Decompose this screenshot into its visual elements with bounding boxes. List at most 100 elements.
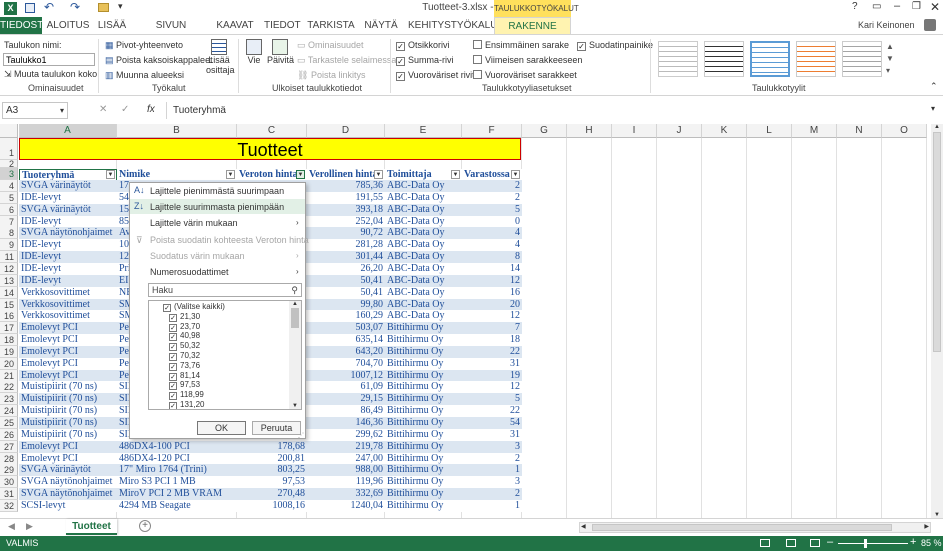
expand-formula-icon[interactable]: ▾ xyxy=(931,104,935,113)
table-cell[interactable]: 8 xyxy=(462,251,522,264)
table-cell[interactable]: SVGA näytönohjaimet xyxy=(19,476,117,489)
table-cell[interactable]: 2 xyxy=(462,180,522,192)
column-header-c[interactable]: C xyxy=(237,124,307,138)
table-cell[interactable]: 270,48 xyxy=(237,488,307,501)
row-header[interactable]: 6 xyxy=(0,203,18,216)
tab-view[interactable]: NÄYTÄ xyxy=(362,17,400,34)
table-cell[interactable]: IDE-levyt xyxy=(19,274,117,287)
table-cell[interactable]: 29,15 xyxy=(307,393,385,406)
sort-asc-item[interactable]: Lajittele pienimmästä suurimpaan xyxy=(150,186,284,196)
filter-value-item[interactable]: ✓ 97,53 xyxy=(169,380,200,391)
table-cell[interactable]: Emolevyt PCI xyxy=(19,322,117,335)
formula-input[interactable]: Tuoteryhmä xyxy=(166,102,930,119)
tab-page-layout[interactable]: SIVUN ASETTELU xyxy=(134,17,208,48)
table-cell[interactable]: 1 xyxy=(462,499,522,512)
scroll-thumb[interactable] xyxy=(592,524,892,531)
tab-insert[interactable]: LISÄÄ xyxy=(95,17,129,34)
enter-icon[interactable]: ✓ xyxy=(121,104,129,115)
table-cell[interactable]: Bittihirmu Oy xyxy=(385,499,462,512)
table-cell[interactable]: Bittihirmu Oy xyxy=(385,393,462,406)
help-icon[interactable]: ? xyxy=(852,1,858,12)
table-cell[interactable]: 7 xyxy=(462,322,522,335)
filter-value-item[interactable]: ✓ 23,70 xyxy=(169,322,200,332)
table-cell[interactable]: Bittihirmu Oy xyxy=(385,417,462,429)
filter-search-input[interactable]: Haku ⚲ xyxy=(148,283,302,297)
convert-to-range-button[interactable]: ▥ Muunna alueeksi xyxy=(105,69,184,81)
column-header-i[interactable]: I xyxy=(612,124,657,138)
collapse-ribbon-icon[interactable]: ⌃ xyxy=(930,81,938,92)
cancel-icon[interactable]: ✕ xyxy=(99,104,107,115)
row-header[interactable]: 2 xyxy=(0,160,18,169)
row-header[interactable]: 21 xyxy=(0,369,18,382)
table-cell[interactable]: 1008,16 xyxy=(237,499,307,512)
table-cell[interactable]: 2 xyxy=(462,488,522,501)
table-cell[interactable]: 5 xyxy=(462,393,522,406)
table-style-option[interactable] xyxy=(658,41,698,77)
filter-button-checkbox[interactable]: ✓ Suodatinpainike xyxy=(577,39,653,51)
refresh-button[interactable]: Päivitä xyxy=(267,39,294,65)
table-cell[interactable]: 16 xyxy=(462,286,522,299)
filter-value-item[interactable]: ✓ 81,14 xyxy=(169,371,200,381)
row-header[interactable]: 29 xyxy=(0,464,18,477)
scroll-thumb[interactable] xyxy=(933,132,941,352)
table-cell[interactable]: 17" Miro 1764 (Trini) xyxy=(117,464,237,477)
tab-home[interactable]: ALOITUS xyxy=(46,17,90,34)
table-cell[interactable]: Muistipiirit (70 ns) xyxy=(19,405,117,418)
column-header-g[interactable]: G xyxy=(522,124,567,138)
table-cell[interactable]: 1007,12 xyxy=(307,369,385,382)
table-cell[interactable]: ABC-Data Oy xyxy=(385,274,462,287)
table-cell[interactable]: Muistipiirit (70 ns) xyxy=(19,428,117,441)
banded-columns-checkbox[interactable]: Vuoroväriset sarakkeet xyxy=(473,69,577,81)
table-cell[interactable]: ABC-Data Oy xyxy=(385,262,462,275)
table-cell[interactable]: 988,00 xyxy=(307,464,385,477)
number-filters-item[interactable]: Numerosuodattimet xyxy=(150,267,229,277)
table-cell[interactable]: Muistipiirit (70 ns) xyxy=(19,381,117,394)
table-cell[interactable]: 119,96 xyxy=(307,476,385,489)
filter-value-item[interactable]: ✓ 70,32 xyxy=(169,351,200,361)
function-icon[interactable]: fx xyxy=(147,104,155,115)
scroll-thumb[interactable] xyxy=(291,308,299,328)
page-break-view-icon[interactable] xyxy=(810,539,820,547)
clear-filter-item[interactable]: Poista suodatin kohteesta Veroton hinta xyxy=(150,235,309,245)
row-header[interactable]: 3 xyxy=(0,168,18,180)
table-cell[interactable]: Verkkosovittimet xyxy=(19,310,117,323)
table-cell[interactable]: ABC-Data Oy xyxy=(385,298,462,311)
row-header[interactable]: 13 xyxy=(0,274,18,287)
row-header[interactable]: 20 xyxy=(0,357,18,370)
table-cell[interactable]: Emolevyt PCI xyxy=(19,357,117,370)
row-header[interactable]: 11 xyxy=(0,251,18,264)
table-cell[interactable]: 54 xyxy=(462,417,522,429)
slicer-button[interactable]: Lisää osittaja xyxy=(206,39,235,75)
table-cell[interactable]: ABC-Data Oy xyxy=(385,227,462,240)
sort-by-color-item[interactable]: Lajittele värin mukaan xyxy=(150,218,238,228)
properties-button[interactable]: ▭ Ominaisuudet xyxy=(297,39,364,51)
close-icon[interactable]: ✕ xyxy=(930,0,940,14)
row-header[interactable]: 8 xyxy=(0,227,18,240)
table-cell[interactable]: 3 xyxy=(462,476,522,489)
table-cell[interactable]: 99,80 xyxy=(307,298,385,311)
table-cell[interactable]: Muistipiirit (70 ns) xyxy=(19,393,117,406)
column-header-k[interactable]: K xyxy=(702,124,747,138)
table-cell[interactable]: Bittihirmu Oy xyxy=(385,369,462,382)
table-cell[interactable]: 200,81 xyxy=(237,452,307,465)
table-cell[interactable]: Bittihirmu Oy xyxy=(385,322,462,335)
column-header-b[interactable]: B xyxy=(117,124,237,138)
column-header-d[interactable]: D xyxy=(307,124,385,138)
row-header[interactable]: 19 xyxy=(0,345,18,358)
table-cell[interactable]: Bittihirmu Oy xyxy=(385,345,462,358)
table-cell[interactable]: Bittihirmu Oy xyxy=(385,334,462,347)
column-header-j[interactable]: J xyxy=(657,124,702,138)
unlink-button[interactable]: ⛓ Poista linkitys xyxy=(297,69,365,81)
filter-value-item[interactable]: ✓ 118,99 xyxy=(169,390,204,401)
tab-developer[interactable]: KEHITYSTYÖKALUT xyxy=(408,17,504,34)
table-cell[interactable]: IDE-levyt xyxy=(19,262,117,275)
table-style-option[interactable] xyxy=(796,41,836,77)
table-cell[interactable]: SVGA värinäytöt xyxy=(19,180,117,192)
table-cell[interactable]: 22 xyxy=(462,345,522,358)
sort-desc-item[interactable]: Lajittele suurimmasta pienimpään xyxy=(150,202,284,212)
zoom-in-icon[interactable]: + xyxy=(910,536,916,548)
table-cell[interactable]: 643,20 xyxy=(307,345,385,358)
table-cell[interactable]: 281,28 xyxy=(307,239,385,252)
title-cell[interactable]: Tuotteet xyxy=(19,138,521,160)
table-cell[interactable]: Emolevyt PCI xyxy=(19,452,117,465)
